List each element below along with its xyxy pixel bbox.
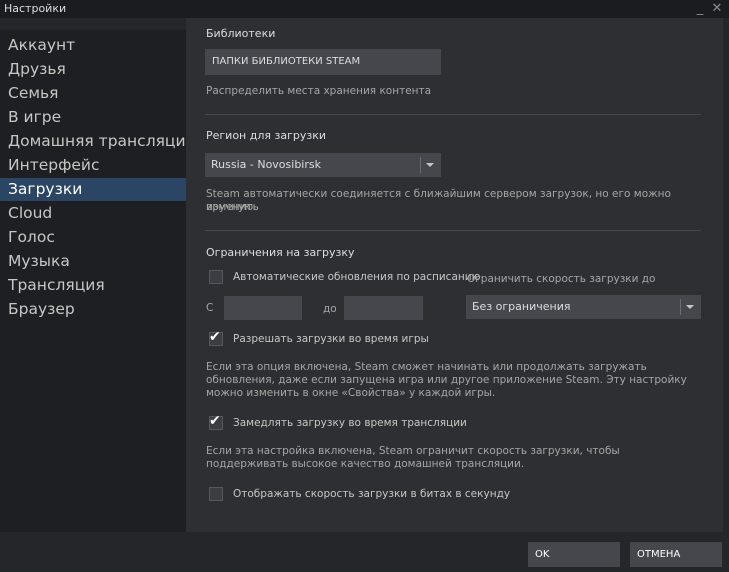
section-divider xyxy=(205,114,701,115)
schedule-from-input[interactable] xyxy=(224,296,302,320)
allow-ingame-checkbox[interactable]: ✔ xyxy=(209,329,223,346)
from-label: С xyxy=(206,302,214,314)
libraries-description: Распределить места хранения контента xyxy=(206,85,432,97)
speed-limit-value: Без ограничения xyxy=(472,300,571,313)
region-heading: Регион для загрузки xyxy=(206,129,327,142)
throttle-description-line2: поддерживать высокое качество домашней т… xyxy=(206,458,525,470)
libraries-heading: Библиотеки xyxy=(206,27,276,40)
schedule-to-input[interactable] xyxy=(344,296,423,320)
region-description-line1: Steam автоматически соединяется с ближай… xyxy=(206,188,671,213)
section-divider xyxy=(205,230,701,231)
sidebar-item-family[interactable]: Семья xyxy=(0,82,186,105)
throttle-description-line1: Если эта настройка включена, Steam огран… xyxy=(206,445,620,457)
minimize-icon[interactable]: _ xyxy=(691,0,709,18)
cancel-button[interactable]: ОТМЕНА xyxy=(630,542,722,567)
allow-ingame-description-line3: можно изменить в окне «Свойства» у каждо… xyxy=(206,387,496,399)
dropdown-separator xyxy=(420,157,421,173)
sidebar-item-voice[interactable]: Голос xyxy=(0,226,186,249)
sidebar-item-friends[interactable]: Друзья xyxy=(0,58,186,81)
auto-update-label: Автоматические обновления по расписанию xyxy=(233,271,481,283)
region-description-line2: вручную. xyxy=(206,201,257,213)
dropdown-separator xyxy=(680,299,681,315)
ok-button[interactable]: OK xyxy=(528,542,620,567)
chevron-down-icon xyxy=(686,305,694,309)
sidebar-item-broadcasting[interactable]: Трансляция xyxy=(0,274,186,297)
throttle-streaming-checkbox[interactable]: ✔ xyxy=(209,413,223,430)
sidebar-item-in-game[interactable]: В игре xyxy=(0,106,186,129)
speed-limit-label: Ограничить скорость загрузки до xyxy=(467,273,656,285)
limits-heading: Ограничения на загрузку xyxy=(206,246,355,259)
downloads-panel: Библиотеки ПАПКИ БИБЛИОТЕКИ STEAM Распре… xyxy=(186,18,723,532)
checkmark-icon: ✔ xyxy=(209,413,221,429)
chevron-down-icon xyxy=(426,163,434,167)
sidebar-item-home-streaming[interactable]: Домашняя трансляция xyxy=(0,130,195,153)
to-label: до xyxy=(323,303,337,315)
region-dropdown-value: Russia - Novosibirsk xyxy=(211,158,321,171)
sidebar-item-downloads[interactable]: Загрузки xyxy=(0,178,186,201)
sidebar-item-browser[interactable]: Браузер xyxy=(0,298,186,321)
region-dropdown[interactable]: Russia - Novosibirsk xyxy=(205,153,441,177)
sidebar-item-account[interactable]: Аккаунт xyxy=(0,34,186,57)
allow-ingame-description-line2: обновления, даже если запущена игра или … xyxy=(206,374,687,386)
bits-per-second-checkbox[interactable] xyxy=(209,487,223,501)
throttle-streaming-label: Замедлять загрузку во время трансляции xyxy=(233,417,467,429)
sidebar-item-music[interactable]: Музыка xyxy=(0,250,186,273)
sidebar-item-cloud[interactable]: Cloud xyxy=(0,202,186,225)
checkmark-icon: ✔ xyxy=(209,329,221,345)
settings-sidebar: Аккаунт Друзья Семья В игре Домашняя тра… xyxy=(0,30,195,532)
auto-update-checkbox[interactable] xyxy=(209,270,223,284)
sidebar-item-interface[interactable]: Интерфейс xyxy=(0,154,186,177)
allow-ingame-description-line1: Если эта опция включена, Steam сможет на… xyxy=(206,361,647,373)
bits-per-second-label: Отображать скорость загрузки в битах в с… xyxy=(233,488,511,500)
steam-library-folders-button[interactable]: ПАПКИ БИБЛИОТЕКИ STEAM xyxy=(205,49,441,75)
window-title: Настройки xyxy=(4,2,67,15)
allow-ingame-label: Разрешать загрузки во время игры xyxy=(233,333,429,345)
speed-limit-dropdown[interactable]: Без ограничения xyxy=(466,295,701,319)
close-icon[interactable]: ✕ xyxy=(708,0,726,18)
title-bar: Настройки _ ✕ xyxy=(0,0,729,18)
